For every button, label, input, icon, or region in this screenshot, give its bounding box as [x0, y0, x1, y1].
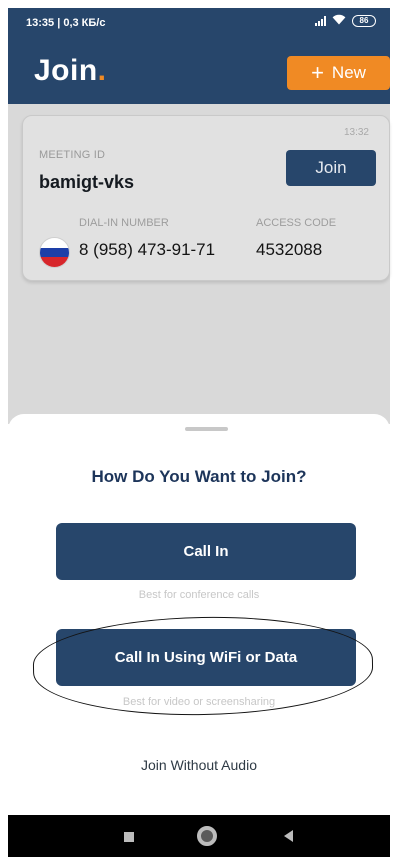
plus-icon: + — [311, 60, 324, 85]
join-meeting-button[interactable]: Join — [286, 150, 376, 186]
sheet-title: How Do You Want to Join? — [91, 467, 307, 486]
join-without-audio-link[interactable]: Join Without Audio — [8, 757, 390, 773]
status-icons: 86 — [315, 14, 376, 27]
home-icon[interactable] — [197, 826, 217, 846]
sheet-drag-handle[interactable] — [185, 427, 228, 431]
new-meeting-button[interactable]: + New — [287, 56, 390, 90]
page-title-text: Join — [34, 54, 98, 87]
meeting-time: 13:32 — [343, 127, 369, 138]
russia-flag-icon — [39, 237, 70, 268]
meeting-card: 13:32 MEETING ID bamigt-vks Join DIAL-IN… — [22, 115, 390, 281]
new-button-label: New — [331, 63, 366, 82]
title-dot: . — [97, 54, 107, 87]
call-in-wifi-caption: Best for video or screensharing — [122, 696, 276, 708]
recent-apps-icon[interactable] — [124, 832, 134, 842]
wifi-icon — [332, 14, 346, 27]
meeting-id-label: MEETING ID — [39, 149, 106, 161]
access-code-label: ACCESS CODE — [256, 217, 337, 229]
call-in-button[interactable]: Call In — [56, 523, 356, 580]
dial-in-label: DIAL-IN NUMBER — [79, 217, 169, 229]
meeting-id: bamigt-vks — [39, 172, 135, 192]
page-title: Join. — [34, 54, 107, 88]
call-in-wifi-button[interactable]: Call In Using WiFi or Data — [56, 629, 356, 686]
access-code: 4532088 — [256, 240, 323, 259]
back-icon[interactable] — [284, 830, 293, 842]
call-in-caption: Best for conference calls — [138, 589, 260, 601]
signal-icon — [315, 15, 326, 26]
dial-in-number[interactable]: 8 (958) 473-91-71 — [79, 240, 215, 260]
battery-icon: 86 — [352, 14, 376, 27]
status-time: 13:35 | 0,3 КБ/с — [26, 17, 106, 29]
